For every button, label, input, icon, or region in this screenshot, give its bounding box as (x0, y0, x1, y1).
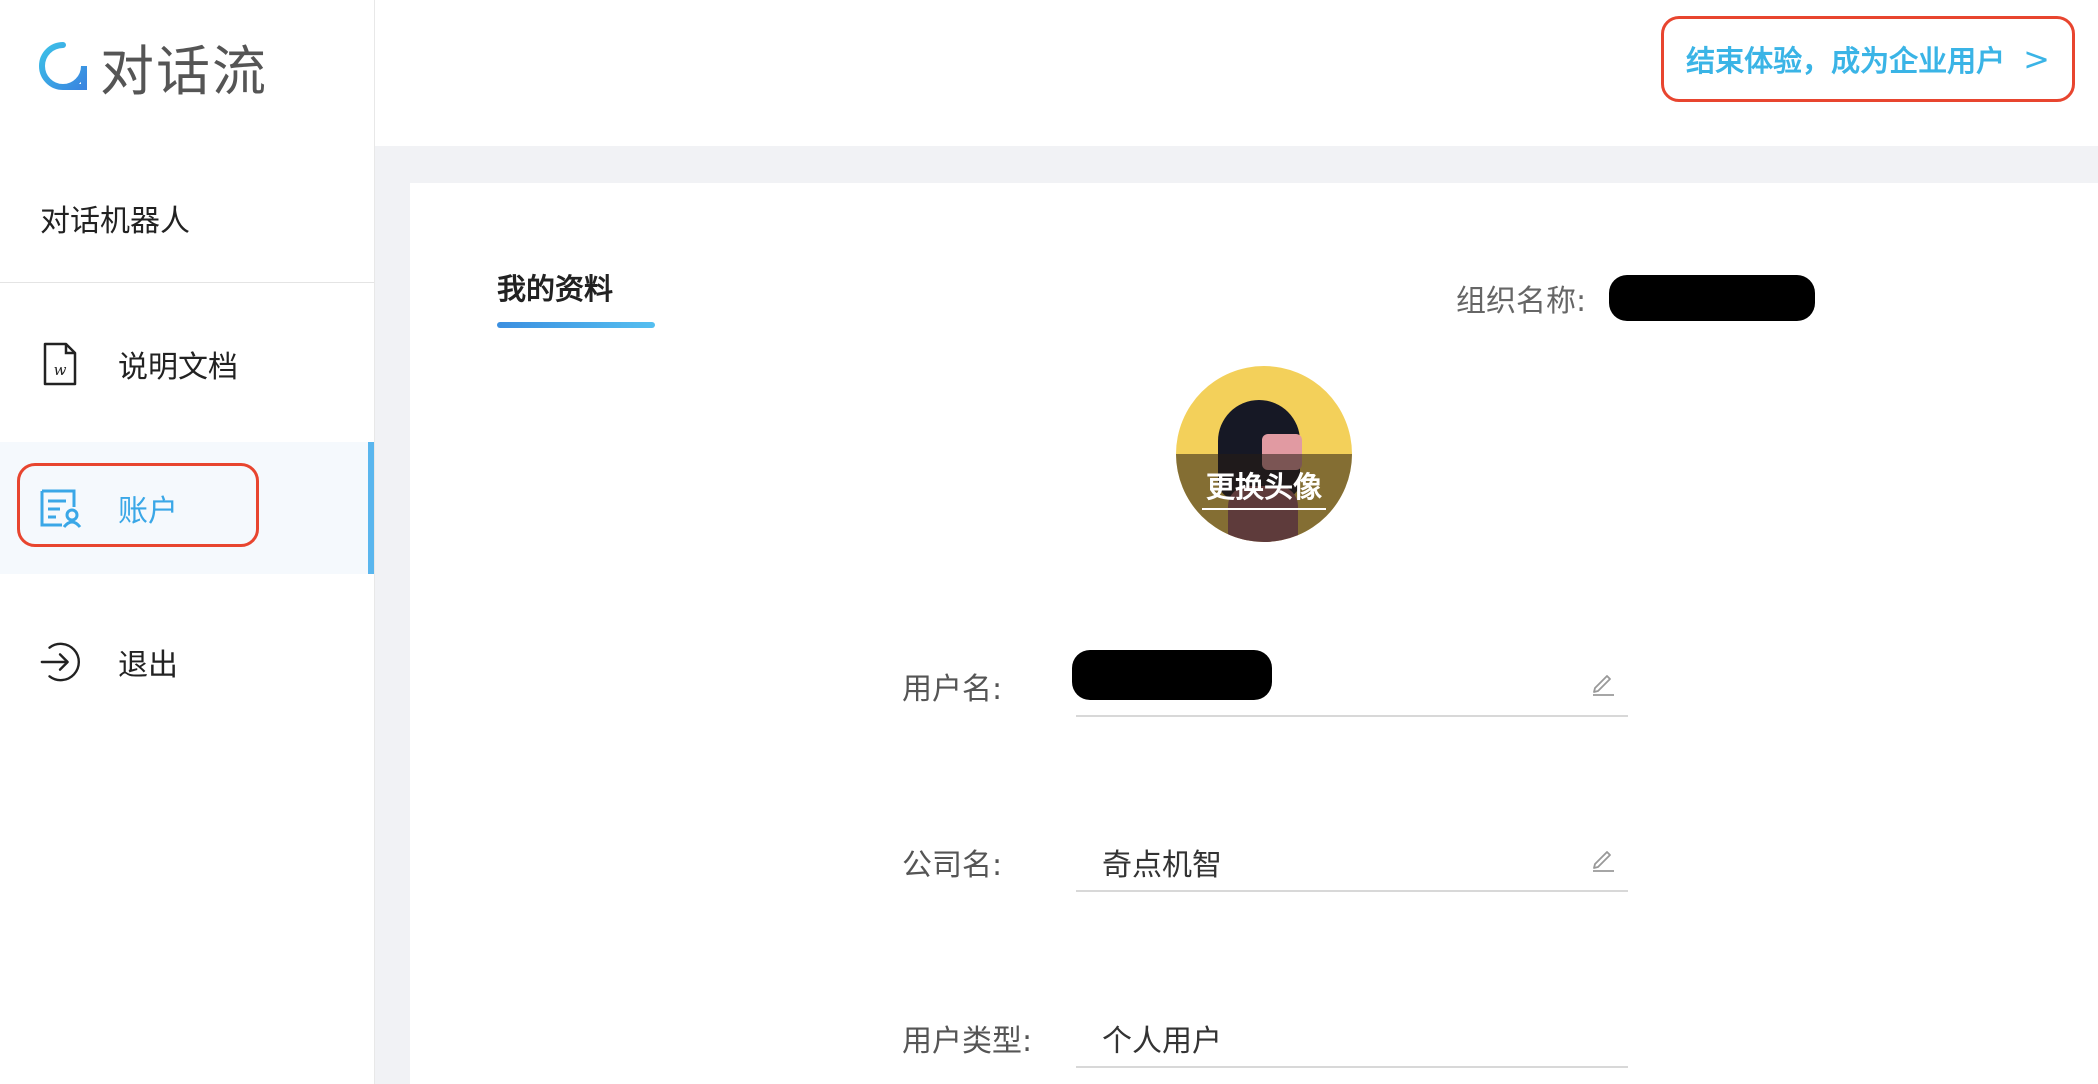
change-avatar-button[interactable]: 更换头像 (1176, 464, 1352, 506)
sidebar-item-label: 账户 (118, 494, 178, 529)
svg-text:w: w (54, 361, 67, 379)
tab-active-underline (497, 322, 655, 328)
sidebar-item-account[interactable]: 账户 (0, 442, 374, 574)
logo-text: 对话流 (100, 39, 268, 103)
tab-my-profile[interactable]: 我的资料 (497, 266, 613, 308)
avatar[interactable]: 更换头像 (1176, 366, 1352, 542)
org-name-label: 组织名称: (1456, 284, 1587, 319)
company-value[interactable]: 奇点机智 (1102, 840, 1222, 884)
upgrade-enterprise-link[interactable]: 结束体验，成为企业用户 > (1663, 16, 2073, 102)
sidebar-item-logout[interactable]: 退出 (0, 596, 374, 728)
sidebar-item-label: 说明文档 (118, 350, 238, 385)
logo-icon (39, 42, 87, 90)
sidebar-item-label: 退出 (118, 648, 178, 683)
company-field-line (1076, 890, 1628, 892)
upgrade-label: 结束体验，成为企业用户 (1686, 44, 2006, 78)
edit-pencil-icon[interactable] (1590, 846, 1616, 872)
account-card-icon (38, 484, 82, 532)
logout-icon (38, 638, 82, 686)
sidebar-divider (0, 282, 374, 283)
sidebar: 对话流 对话机器人 w 说明文档 账户 退出 (0, 0, 375, 1084)
company-label: 公司名: (902, 848, 1003, 883)
change-avatar-underline (1202, 508, 1326, 510)
user-type-value: 个人用户 (1102, 1024, 1222, 1059)
username-field-line (1076, 715, 1628, 717)
section-title[interactable]: 对话机器人 (40, 196, 190, 240)
user-type-field-line (1076, 1066, 1628, 1068)
username-label: 用户名: (902, 672, 1003, 707)
app-logo[interactable]: 对话流 (36, 36, 268, 103)
redacted-username (1072, 650, 1272, 700)
sidebar-item-docs[interactable]: w 说明文档 (0, 298, 374, 430)
active-indicator (368, 442, 374, 574)
edit-pencil-icon[interactable] (1590, 670, 1616, 696)
redacted-org-name (1609, 275, 1815, 321)
user-type-label: 用户类型: (902, 1024, 1033, 1059)
document-w-icon: w (38, 340, 82, 388)
profile-card (410, 183, 2098, 1084)
chevron-right-icon: > (2023, 40, 2050, 78)
